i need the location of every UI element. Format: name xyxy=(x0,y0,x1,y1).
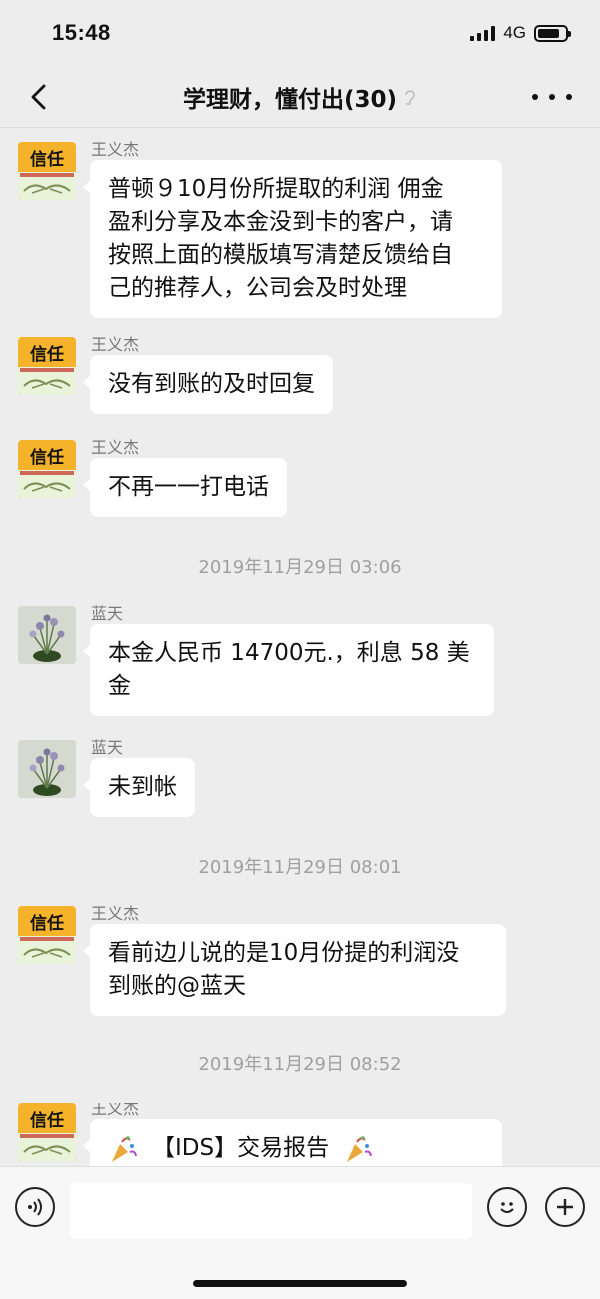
party-popper-icon xyxy=(347,1135,373,1162)
voice-icon xyxy=(28,1198,42,1216)
avatar[interactable] xyxy=(18,740,76,798)
chat-header: 学理财，懂付出(30) xyxy=(0,66,600,128)
message-bubble[interactable]: 看前边儿说的是10月份提的利润没 到账的@蓝天 xyxy=(83,924,506,1016)
plant-photo xyxy=(18,740,76,798)
avatar[interactable]: 信任 xyxy=(18,1103,76,1161)
avatar-stripe xyxy=(20,471,74,475)
message-item: 信任 王义杰 【IDS】交易报告 xyxy=(18,1103,578,1166)
chat-title-text: 学理财，懂付出(30) xyxy=(182,86,398,113)
status-indicators: 4G xyxy=(470,23,571,43)
status-time: 15:48 xyxy=(52,20,111,45)
network-type: 4G xyxy=(503,23,526,42)
sender-name: 王义杰 xyxy=(91,140,140,159)
timestamp: 2019年11月29日 03:06 xyxy=(198,557,402,578)
dot xyxy=(566,94,572,100)
message-bubble[interactable]: 普顿９10月份所提取的利润 佣金 盈利分享及本金没到卡的客户，请 按照上面的模版… xyxy=(83,160,502,318)
message-bubble[interactable]: 本金人民币 14700元.，利息 58 美 金 xyxy=(83,624,494,716)
handshake-icon xyxy=(23,1145,71,1155)
dot xyxy=(532,94,538,100)
message-bubble[interactable]: 不再一一打电话 xyxy=(83,458,287,517)
handshake-icon xyxy=(23,184,71,194)
chevron-left-icon xyxy=(31,84,46,110)
sender-name: 王义杰 xyxy=(91,335,140,354)
avatar-stripe xyxy=(20,368,74,372)
signal-icon xyxy=(470,25,496,41)
avatar-stripe xyxy=(20,937,74,941)
avatar[interactable]: 信任 xyxy=(18,906,76,964)
more-button[interactable] xyxy=(532,82,572,112)
home-indicator xyxy=(193,1280,407,1287)
avatar[interactable]: 信任 xyxy=(18,142,76,200)
more-options-button[interactable] xyxy=(545,1187,585,1227)
status-bar: 15:48 4G xyxy=(0,0,600,66)
dot xyxy=(549,94,555,100)
avatar-stripe xyxy=(20,173,74,177)
avatar-logo-text: 信任 xyxy=(30,345,64,365)
avatar[interactable]: 信任 xyxy=(18,337,76,395)
battery-icon xyxy=(534,24,571,42)
avatar-logo-text: 信任 xyxy=(30,914,64,934)
party-popper-icon xyxy=(112,1135,137,1162)
sender-name: 王义杰 xyxy=(91,904,140,923)
timestamp: 2019年11月29日 08:52 xyxy=(198,1054,402,1075)
chat-title: 学理财，懂付出(30) xyxy=(183,80,417,114)
voice-button[interactable] xyxy=(15,1187,55,1227)
avatar-logo-text: 信任 xyxy=(30,448,64,468)
message-text: 【IDS】交易报告 xyxy=(152,1135,330,1161)
ear-mute-icon xyxy=(405,89,415,105)
message-bubble[interactable]: 【IDS】交易报告 xyxy=(83,1119,502,1166)
message-bubble[interactable]: 未到帐 xyxy=(83,758,195,817)
sender-name: 蓝天 xyxy=(91,738,124,757)
avatar[interactable]: 信任 xyxy=(18,440,76,498)
avatar[interactable] xyxy=(18,606,76,664)
sender-name: 蓝天 xyxy=(91,604,124,623)
plus-icon xyxy=(557,1199,573,1215)
sender-name: 王义杰 xyxy=(91,438,140,457)
plant-photo xyxy=(18,606,76,664)
handshake-icon xyxy=(23,379,71,389)
handshake-icon xyxy=(23,482,71,492)
emoji-button[interactable] xyxy=(487,1187,527,1227)
back-button[interactable] xyxy=(22,80,56,114)
message-bubble[interactable]: 没有到账的及时回复 xyxy=(83,355,333,414)
avatar-logo-text: 信任 xyxy=(30,1111,64,1131)
handshake-icon xyxy=(23,948,71,958)
timestamp: 2019年11月29日 08:01 xyxy=(198,857,402,878)
avatar-logo-text: 信任 xyxy=(30,150,64,170)
smiley-icon xyxy=(500,1202,514,1213)
sender-name: 王义杰 xyxy=(91,1103,140,1118)
message-input[interactable] xyxy=(70,1183,472,1239)
avatar-stripe xyxy=(20,1134,74,1138)
